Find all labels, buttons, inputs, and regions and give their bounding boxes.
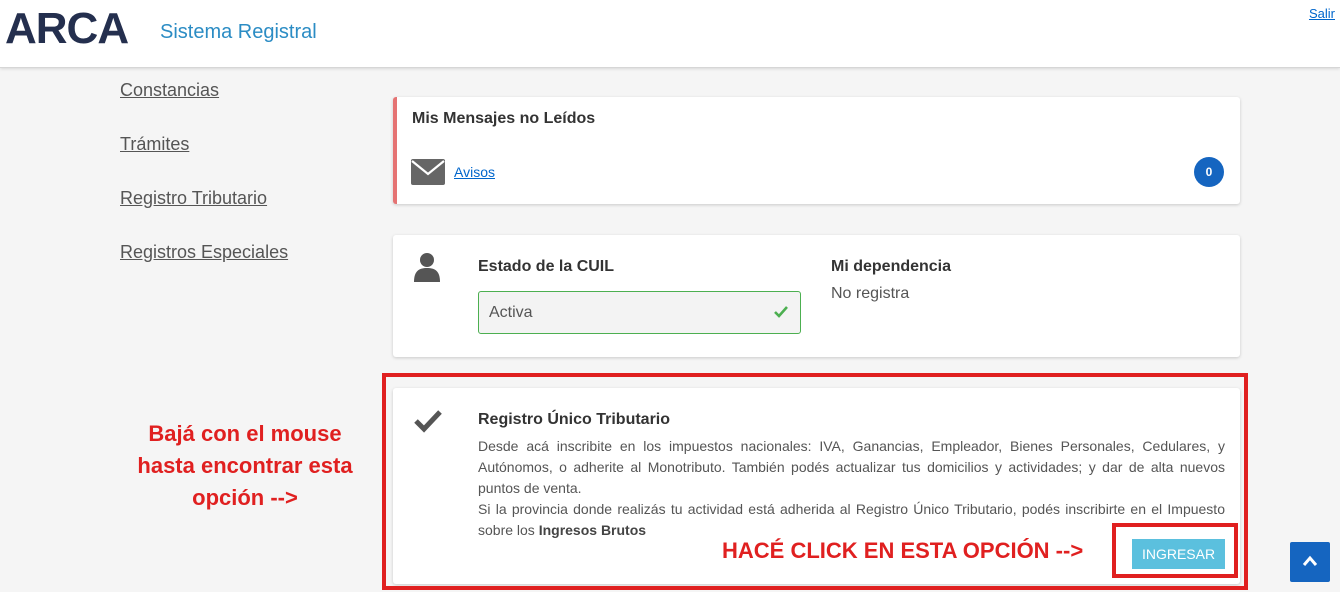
dependency-value: No registra: [831, 285, 910, 302]
sidebar-item-tramites[interactable]: Trámites: [120, 134, 288, 188]
arca-logo[interactable]: ARCA: [5, 4, 129, 54]
app-subtitle: Sistema Registral: [160, 21, 317, 43]
avisos-link[interactable]: Avisos: [454, 164, 495, 180]
scroll-top-button[interactable]: [1290, 542, 1330, 582]
cuil-status-value: Activa: [489, 304, 533, 321]
chevron-up-icon: [1302, 555, 1318, 566]
annotation-scroll-hint: Bajá con el mouse hasta encontrar esta o…: [125, 418, 365, 514]
cuil-card: Estado de la CUIL Activa Mi dependencia …: [393, 235, 1240, 357]
check-icon: [774, 306, 788, 318]
sidebar-nav: Constancias Trámites Registro Tributario…: [120, 80, 288, 296]
sidebar-item-registros-especiales[interactable]: Registros Especiales: [120, 242, 288, 296]
top-header: ARCA Sistema Registral Salir: [0, 0, 1340, 68]
envelope-icon: [411, 159, 445, 185]
cuil-status-field: Activa: [478, 291, 801, 334]
unread-count-badge: 0: [1194, 157, 1224, 187]
annotation-line: hasta encontrar esta: [137, 453, 353, 478]
messages-card: Mis Mensajes no Leídos Avisos 0: [393, 97, 1240, 204]
annotation-line: Bajá con el mouse: [148, 421, 342, 446]
dependency-title: Mi dependencia: [831, 258, 952, 275]
highlight-box-ingresar: [1112, 523, 1238, 578]
annotation-click-hint: HACÉ CLICK EN ESTA OPCIÓN -->: [722, 538, 1084, 563]
annotation-line: opción -->: [192, 485, 298, 510]
sidebar-item-constancias[interactable]: Constancias: [120, 80, 288, 134]
user-icon: [414, 253, 440, 282]
messages-title: Mis Mensajes no Leídos: [412, 110, 596, 127]
sidebar-item-registro-tributario[interactable]: Registro Tributario: [120, 188, 288, 242]
cuil-status-title: Estado de la CUIL: [478, 258, 615, 275]
logout-link[interactable]: Salir: [1309, 6, 1335, 21]
